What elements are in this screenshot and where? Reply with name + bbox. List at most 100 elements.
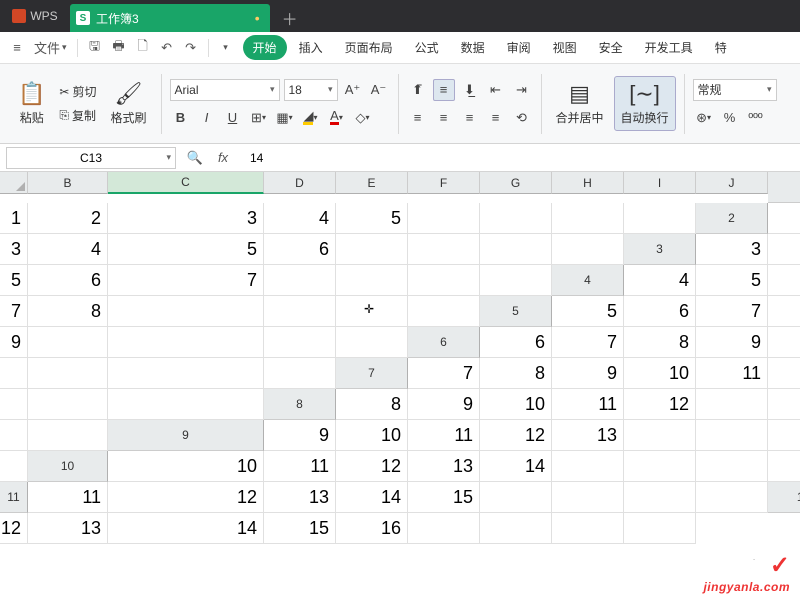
cell[interactable] (768, 389, 800, 420)
bold-button[interactable]: B (170, 107, 192, 129)
cell[interactable] (28, 358, 108, 389)
percent-icon[interactable]: % (719, 107, 741, 129)
cell[interactable] (108, 327, 264, 358)
cell[interactable]: 1 (0, 203, 28, 234)
cell[interactable] (696, 451, 768, 482)
cell[interactable]: 12 (336, 451, 408, 482)
cell[interactable] (480, 234, 552, 265)
preview-icon[interactable]: 🗋 (132, 37, 154, 59)
zoom-icon[interactable]: 🔍 (184, 147, 206, 169)
cell[interactable] (624, 482, 696, 513)
cell[interactable]: 12 (480, 420, 552, 451)
tab-formula[interactable]: 公式 (405, 35, 449, 60)
tab-more[interactable]: 特 (705, 35, 737, 60)
cell[interactable]: 10 (480, 389, 552, 420)
name-box[interactable]: C13 ▾ (6, 147, 176, 169)
cell[interactable] (0, 358, 28, 389)
cell[interactable]: 6 (624, 296, 696, 327)
cell[interactable] (480, 513, 552, 544)
cell[interactable] (552, 234, 624, 265)
cell[interactable]: 5 (108, 234, 264, 265)
cell[interactable]: 6 (28, 265, 108, 296)
cell[interactable]: 7 (408, 358, 480, 389)
row-header[interactable]: 12 (768, 482, 800, 513)
cell[interactable] (336, 296, 408, 327)
cell[interactable] (0, 451, 28, 482)
cell[interactable] (696, 389, 768, 420)
fill-color-button[interactable]: ◢▾ (300, 107, 322, 129)
cell[interactable] (264, 296, 336, 327)
cell[interactable] (552, 203, 624, 234)
cell[interactable]: 9 (552, 358, 624, 389)
undo-icon[interactable]: ↶ (156, 37, 178, 59)
cell[interactable] (624, 513, 696, 544)
cell[interactable] (624, 420, 696, 451)
cell[interactable]: 3 (696, 234, 768, 265)
column-header[interactable]: G (480, 172, 552, 194)
cell[interactable]: 4 (264, 203, 336, 234)
cell[interactable] (624, 451, 696, 482)
cell[interactable] (108, 389, 264, 420)
cell[interactable] (624, 203, 696, 234)
cell[interactable]: 10 (108, 451, 264, 482)
cell[interactable]: 8 (336, 389, 408, 420)
cell[interactable] (768, 451, 800, 482)
cell[interactable]: 3 (108, 203, 264, 234)
tab-insert[interactable]: 插入 (289, 35, 333, 60)
align-right-icon[interactable]: ≡ (459, 107, 481, 129)
column-header[interactable]: B (28, 172, 108, 194)
cell[interactable]: 14 (336, 482, 408, 513)
cell[interactable]: 12 (0, 513, 28, 544)
cell[interactable]: 11 (28, 482, 108, 513)
column-header[interactable]: I (624, 172, 696, 194)
tab-review[interactable]: 审阅 (497, 35, 541, 60)
orientation-icon[interactable]: ⟲ (511, 107, 533, 129)
cell[interactable] (264, 358, 336, 389)
formula-input[interactable]: 14 (242, 151, 800, 165)
cell[interactable] (408, 234, 480, 265)
column-header[interactable]: D (264, 172, 336, 194)
increase-indent-icon[interactable]: ⇥ (511, 79, 533, 101)
cell[interactable]: 11 (552, 389, 624, 420)
comma-icon[interactable]: ººº (745, 107, 767, 129)
align-bottom-icon[interactable]: ⬇̲ (459, 79, 481, 101)
border-button[interactable]: ⊞▾ (248, 107, 270, 129)
cell[interactable]: 11 (408, 420, 480, 451)
cell[interactable]: 4 (768, 234, 800, 265)
cell[interactable] (408, 296, 480, 327)
cell[interactable] (264, 265, 336, 296)
wrap-text-button[interactable]: [∼] 自动换行 (614, 76, 676, 131)
cell[interactable]: 5 (696, 265, 768, 296)
cell[interactable] (408, 513, 480, 544)
cell[interactable] (336, 265, 408, 296)
tab-page-layout[interactable]: 页面布局 (335, 35, 403, 60)
italic-button[interactable]: I (196, 107, 218, 129)
decrease-font-icon[interactable]: A⁻ (368, 79, 390, 101)
tab-data[interactable]: 数据 (451, 35, 495, 60)
underline-button[interactable]: U (222, 107, 244, 129)
cell[interactable]: 13 (28, 513, 108, 544)
increase-font-icon[interactable]: A⁺ (342, 79, 364, 101)
cell[interactable] (480, 482, 552, 513)
currency-icon[interactable]: ⊛▾ (693, 107, 715, 129)
cell[interactable] (696, 482, 768, 513)
workbook-tab[interactable]: S 工作簿3 • (70, 4, 270, 32)
cell[interactable]: 8 (624, 327, 696, 358)
fx-icon[interactable]: fx (212, 147, 234, 169)
row-header[interactable]: 10 (28, 451, 108, 482)
cell[interactable]: 4 (28, 234, 108, 265)
cell[interactable]: 13 (552, 420, 624, 451)
row-header[interactable]: 3 (624, 234, 696, 265)
format-painter-button[interactable]: 🖌 格式刷 (104, 77, 152, 130)
cell[interactable]: 6 (480, 327, 552, 358)
cell[interactable] (336, 327, 408, 358)
decrease-indent-icon[interactable]: ⇤ (485, 79, 507, 101)
clear-format-button[interactable]: ◇▾ (352, 107, 374, 129)
column-header[interactable]: C (108, 172, 264, 194)
file-menu[interactable]: 文件 ▾ (30, 37, 71, 59)
chevron-down-icon[interactable]: ▾ (215, 37, 237, 59)
cell[interactable] (108, 358, 264, 389)
cell[interactable]: 6 (768, 265, 800, 296)
cell[interactable] (108, 296, 264, 327)
cell[interactable]: 14 (480, 451, 552, 482)
